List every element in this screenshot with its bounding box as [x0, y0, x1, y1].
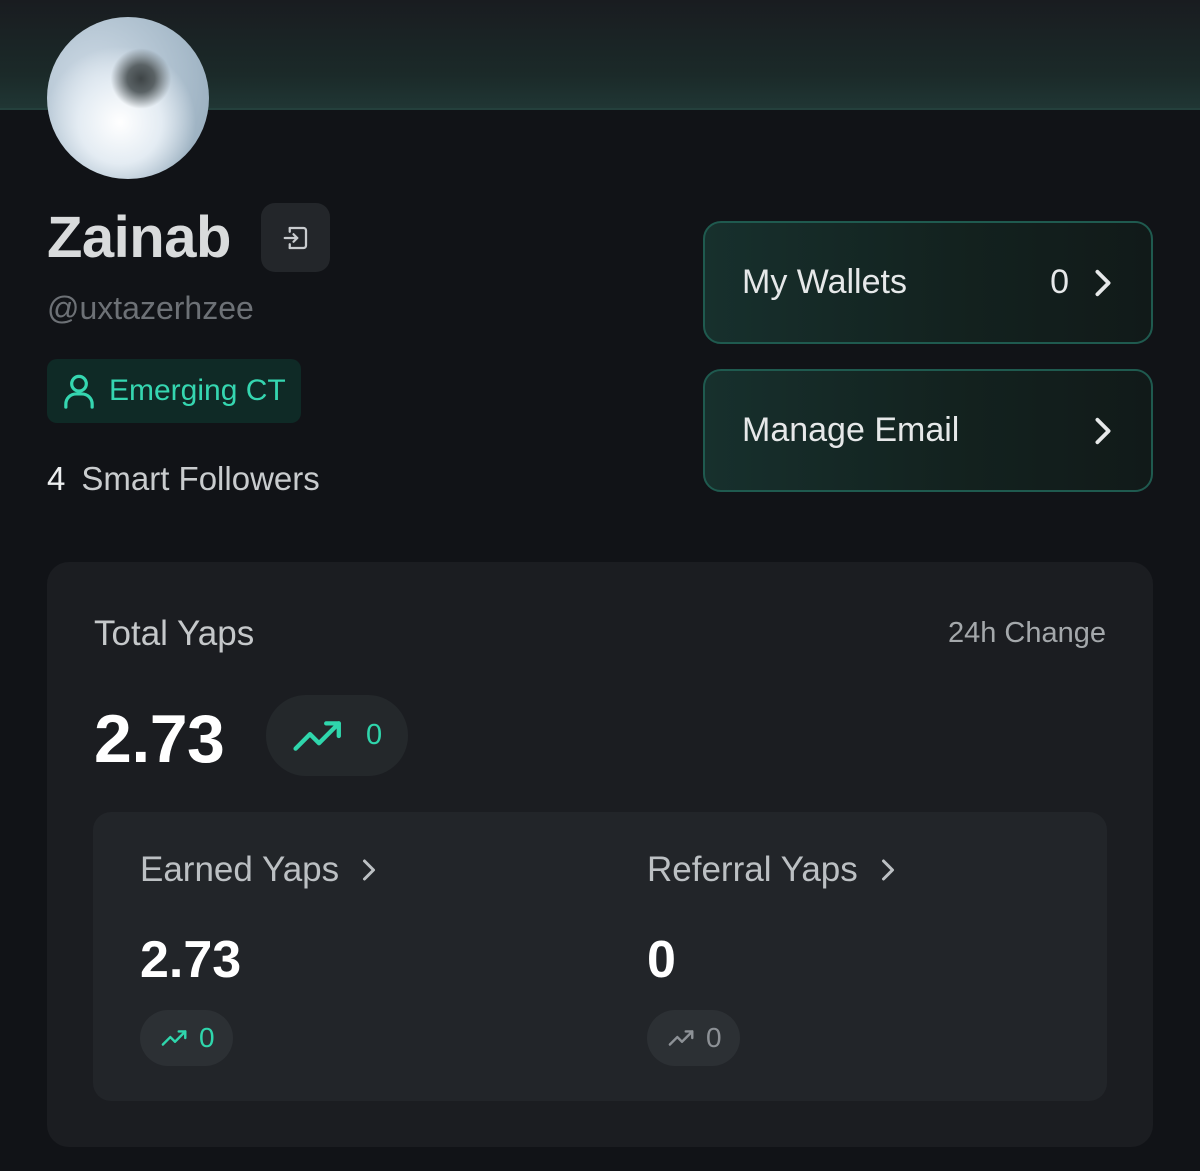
smart-followers-label: Smart Followers — [81, 460, 320, 497]
avatar[interactable] — [47, 17, 209, 179]
user-icon — [61, 372, 97, 410]
yaps-breakdown: Earned Yaps 2.73 0 Referral Yaps 0 0 — [93, 812, 1107, 1101]
total-yaps-title: Total Yaps — [94, 614, 255, 653]
my-wallets-label: My Wallets — [742, 263, 907, 301]
referral-change-value: 0 — [706, 1022, 722, 1053]
trending-up-icon — [161, 1028, 189, 1048]
tier-badge[interactable]: Emerging CT — [47, 359, 301, 423]
logout-icon — [281, 223, 311, 253]
earned-yaps-value: 2.73 — [140, 931, 242, 989]
logout-button[interactable] — [261, 203, 330, 272]
earned-yaps-link[interactable]: Earned Yaps — [140, 850, 377, 890]
manage-email-label: Manage Email — [742, 411, 960, 449]
profile-handle: @uxtazerhzee — [47, 290, 254, 326]
earned-yaps-label: Earned Yaps — [140, 850, 340, 889]
referral-yaps-value: 0 — [647, 931, 676, 989]
referral-yaps-label: Referral Yaps — [647, 850, 858, 889]
chevron-right-icon — [361, 858, 377, 882]
smart-followers[interactable]: 4 Smart Followers — [47, 460, 320, 498]
chevron-right-icon — [1093, 268, 1113, 298]
chevron-right-icon — [880, 858, 896, 882]
change-24h-label: 24h Change — [947, 617, 1106, 649]
total-change-pill: 0 — [266, 695, 408, 776]
chevron-right-icon — [1093, 416, 1113, 446]
total-yaps-value: 2.73 — [94, 701, 225, 777]
smart-followers-count: 4 — [47, 460, 66, 497]
referral-yaps-link[interactable]: Referral Yaps — [647, 850, 896, 890]
referral-change-pill: 0 — [647, 1010, 740, 1066]
my-wallets-button[interactable]: My Wallets 0 — [703, 221, 1153, 344]
trending-up-icon — [292, 718, 346, 754]
tier-badge-label: Emerging CT — [109, 374, 286, 407]
yaps-card: Total Yaps 24h Change 2.73 0 Earned Yaps… — [47, 562, 1153, 1147]
trending-up-icon — [668, 1028, 696, 1048]
earned-change-value: 0 — [199, 1022, 215, 1053]
earned-change-pill: 0 — [140, 1010, 233, 1066]
total-change-value: 0 — [366, 719, 383, 751]
manage-email-button[interactable]: Manage Email — [703, 369, 1153, 492]
profile-name: Zainab — [47, 205, 231, 270]
wallets-count: 0 — [1050, 263, 1069, 301]
